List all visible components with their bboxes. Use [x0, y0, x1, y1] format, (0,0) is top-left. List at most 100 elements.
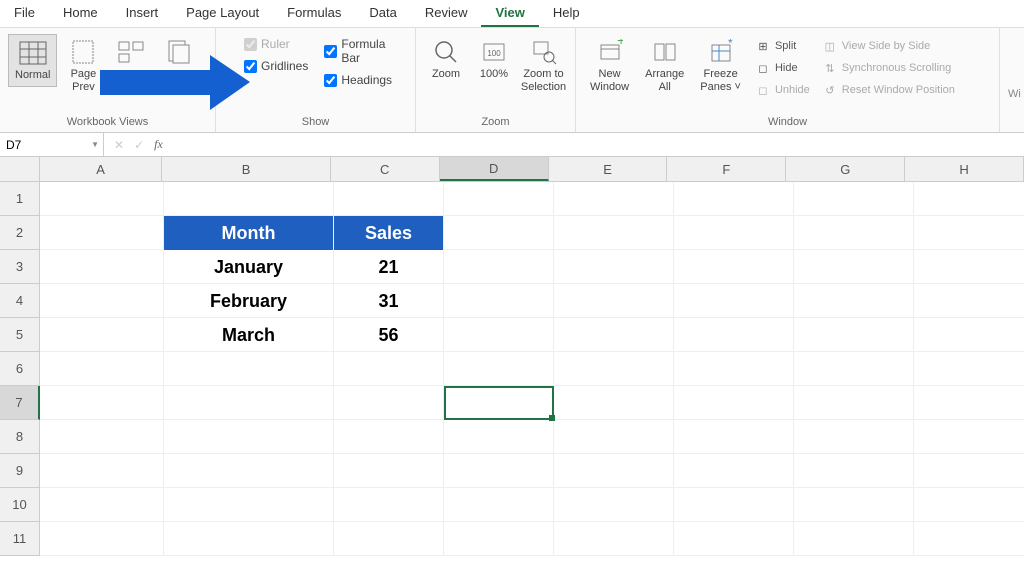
- cell[interactable]: [164, 182, 334, 216]
- cell[interactable]: [554, 284, 674, 318]
- cell[interactable]: [674, 420, 794, 454]
- cell[interactable]: [40, 454, 164, 488]
- cell[interactable]: [674, 182, 794, 216]
- page-layout-button[interactable]: [109, 34, 153, 72]
- page-break-preview-button[interactable]: PagePrev: [61, 34, 105, 98]
- cell[interactable]: [40, 182, 164, 216]
- cell[interactable]: February: [164, 284, 334, 318]
- name-box[interactable]: D7 ▼: [0, 133, 104, 156]
- cell[interactable]: [334, 522, 444, 556]
- cell[interactable]: [164, 454, 334, 488]
- cell[interactable]: 31: [334, 284, 444, 318]
- hide-button[interactable]: ◻Hide: [751, 58, 814, 78]
- cell[interactable]: [794, 522, 914, 556]
- tab-insert[interactable]: Insert: [112, 0, 173, 27]
- cell[interactable]: [674, 216, 794, 250]
- cell[interactable]: [674, 318, 794, 352]
- cell[interactable]: [914, 420, 1024, 454]
- cell[interactable]: [40, 250, 164, 284]
- row-header[interactable]: 6: [0, 352, 40, 386]
- tab-view[interactable]: View: [481, 0, 538, 27]
- cell[interactable]: [794, 454, 914, 488]
- column-header[interactable]: A: [40, 157, 163, 181]
- tab-help[interactable]: Help: [539, 0, 594, 27]
- row-header[interactable]: 4: [0, 284, 40, 318]
- tab-formulas[interactable]: Formulas: [273, 0, 355, 27]
- row-header[interactable]: 8: [0, 420, 40, 454]
- row-header[interactable]: 1: [0, 182, 40, 216]
- cell[interactable]: [794, 352, 914, 386]
- tab-page-layout[interactable]: Page Layout: [172, 0, 273, 27]
- cell[interactable]: [554, 352, 674, 386]
- cell[interactable]: [444, 216, 554, 250]
- select-all-corner[interactable]: [0, 157, 40, 181]
- cell[interactable]: [164, 522, 334, 556]
- cell[interactable]: March: [164, 318, 334, 352]
- cell[interactable]: [444, 250, 554, 284]
- column-header[interactable]: D: [440, 157, 549, 181]
- tab-home[interactable]: Home: [49, 0, 112, 27]
- cell[interactable]: [444, 386, 554, 420]
- tab-data[interactable]: Data: [355, 0, 410, 27]
- cell[interactable]: [554, 488, 674, 522]
- cell[interactable]: [164, 488, 334, 522]
- formula-input[interactable]: [173, 133, 1024, 156]
- column-header[interactable]: F: [667, 157, 786, 181]
- cell[interactable]: [554, 420, 674, 454]
- cell[interactable]: [554, 454, 674, 488]
- row-header[interactable]: 9: [0, 454, 40, 488]
- cell[interactable]: [164, 352, 334, 386]
- cell[interactable]: [554, 182, 674, 216]
- cell[interactable]: 56: [334, 318, 444, 352]
- formula-bar-checkbox[interactable]: Formula Bar: [318, 34, 407, 68]
- arrange-all-button[interactable]: ArrangeAll: [639, 34, 690, 98]
- zoom-100-button[interactable]: 100 100%: [472, 34, 516, 85]
- cell[interactable]: [444, 284, 554, 318]
- cell[interactable]: [164, 386, 334, 420]
- freeze-panes-button[interactable]: * FreezePanes ˅: [694, 34, 747, 98]
- cell[interactable]: [794, 216, 914, 250]
- cell[interactable]: [334, 454, 444, 488]
- cell[interactable]: January: [164, 250, 334, 284]
- cell[interactable]: [914, 182, 1024, 216]
- cell[interactable]: [914, 216, 1024, 250]
- column-header[interactable]: E: [549, 157, 668, 181]
- row-header[interactable]: 5: [0, 318, 40, 352]
- cell[interactable]: [40, 318, 164, 352]
- cell[interactable]: [794, 488, 914, 522]
- cell[interactable]: [674, 386, 794, 420]
- cell[interactable]: [334, 488, 444, 522]
- cell[interactable]: [914, 386, 1024, 420]
- cell[interactable]: [674, 250, 794, 284]
- cell[interactable]: [794, 182, 914, 216]
- cell[interactable]: Sales: [334, 216, 444, 250]
- cell[interactable]: [444, 420, 554, 454]
- column-header[interactable]: H: [905, 157, 1024, 181]
- cell[interactable]: [334, 352, 444, 386]
- cell[interactable]: [914, 250, 1024, 284]
- cell[interactable]: [674, 488, 794, 522]
- headings-checkbox[interactable]: Headings: [318, 70, 407, 90]
- cell[interactable]: [444, 454, 554, 488]
- cell[interactable]: [794, 318, 914, 352]
- fx-icon[interactable]: fx: [154, 137, 163, 152]
- cell[interactable]: [164, 420, 334, 454]
- cell[interactable]: [794, 284, 914, 318]
- row-header[interactable]: 7: [0, 386, 40, 420]
- zoom-selection-button[interactable]: Zoom toSelection: [520, 34, 567, 98]
- cell[interactable]: [40, 522, 164, 556]
- cell[interactable]: [40, 216, 164, 250]
- row-header[interactable]: 10: [0, 488, 40, 522]
- cell[interactable]: [794, 420, 914, 454]
- normal-view-button[interactable]: Normal: [8, 34, 57, 87]
- cell[interactable]: [914, 318, 1024, 352]
- column-header[interactable]: C: [331, 157, 440, 181]
- cell[interactable]: [444, 522, 554, 556]
- cell[interactable]: [914, 454, 1024, 488]
- cell[interactable]: [914, 488, 1024, 522]
- cell[interactable]: [674, 284, 794, 318]
- row-header[interactable]: 3: [0, 250, 40, 284]
- cell[interactable]: [554, 318, 674, 352]
- cell[interactable]: [914, 284, 1024, 318]
- cell[interactable]: [444, 182, 554, 216]
